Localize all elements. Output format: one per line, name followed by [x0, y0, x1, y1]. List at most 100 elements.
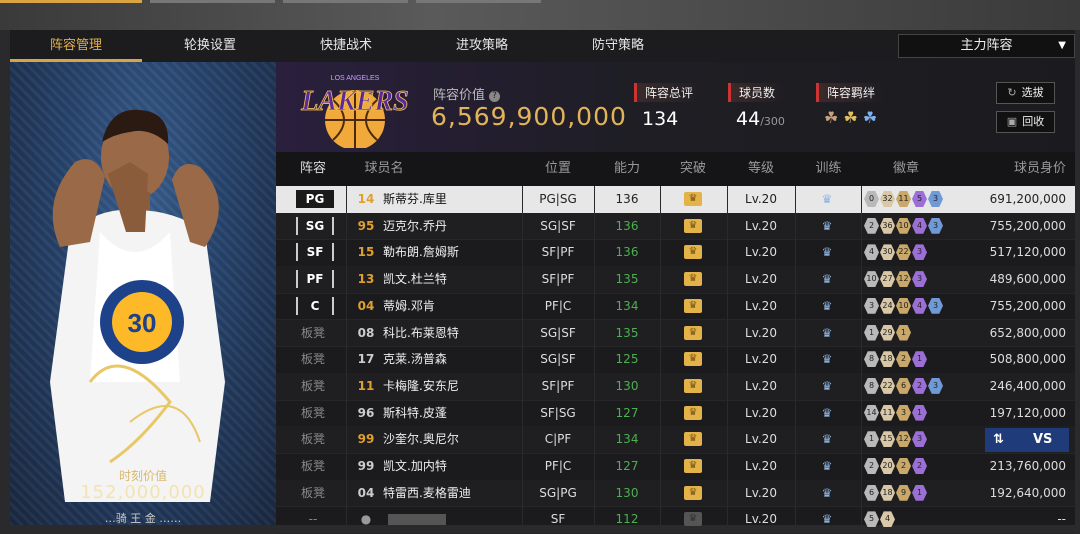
badge-list[interactable]: 10 27 12 3 — [864, 271, 927, 288]
table-row[interactable]: -- ● SF 112 ♛ Lv.20 ♛ 5 4 -- — [276, 506, 1075, 534]
col-badges: 徽章 — [892, 161, 919, 176]
training-icon[interactable]: ♛ — [817, 326, 837, 340]
training-icon[interactable]: ♛ — [817, 486, 837, 500]
crown-icon[interactable]: ♛ — [684, 378, 702, 393]
table-row[interactable]: 板凳 04 特雷西.麦格雷迪 SG|PG 130 ♛ Lv.20 ♛ 6 18 9 1 192,640,… — [276, 479, 1075, 508]
player-level: Lv.20 — [745, 405, 777, 420]
card-caption: …骑 王 金 …… — [104, 512, 182, 525]
table-row[interactable]: 板凳 08 科比.布莱恩特 SG|SF 135 ♛ Lv.20 ♛ 1 29 1 652,800,00… — [276, 319, 1075, 348]
tab-defense[interactable]: 防守策略 — [550, 30, 686, 62]
badge-count: 3 — [912, 244, 927, 261]
training-icon[interactable]: ♛ — [817, 245, 837, 259]
jersey-number: 14 — [357, 192, 375, 206]
player-ability: 136 — [615, 192, 639, 206]
badge-list[interactable]: 0 32 11 5 3 — [864, 191, 943, 207]
crown-icon[interactable]: ♛ — [684, 352, 702, 367]
crown-icon[interactable]: ♛ — [684, 485, 702, 500]
crown-icon[interactable]: ♛ — [684, 405, 702, 420]
training-icon[interactable]: ♛ — [817, 406, 837, 420]
badge-count: 3 — [928, 377, 943, 394]
badge-list[interactable]: 3 24 10 4 3 — [864, 297, 943, 314]
crown-icon[interactable]: ♛ — [684, 245, 702, 260]
player-position: PF|C — [544, 298, 572, 313]
table-row[interactable]: 板凳 99 凯文.加内特 PF|C 127 ♛ Lv.20 ♛ 2 20 2 2 213,760,000 — [276, 453, 1075, 481]
badge-count: 3 — [912, 271, 927, 288]
name-placeholder — [388, 514, 446, 526]
stat-synergy: 阵容羁绊 ☘ ☘ ☘ — [816, 82, 886, 127]
badge-list[interactable]: 1 29 1 — [864, 324, 911, 341]
badge-count: 36 — [880, 217, 895, 234]
crown-icon[interactable]: ♛ — [684, 298, 702, 313]
refresh-icon: ↻ — [1007, 86, 1017, 99]
badge-list[interactable]: 4 30 22 3 — [864, 244, 927, 261]
table-row[interactable]: PG 14 斯蒂芬.库里 PG|SG 136 ♛ Lv.20 ♛ 0 32 11 5 3 691,200,… — [276, 186, 1075, 214]
jersey-number: 13 — [357, 272, 375, 287]
featured-player-card[interactable]: 30 时刻价值 152,000,000 …骑 王 金 …… — [10, 62, 276, 525]
training-icon[interactable]: ♛ — [817, 379, 837, 393]
slot-label: SG — [296, 216, 334, 235]
stat-player-count-label: 球员数 — [728, 83, 786, 102]
badge-list[interactable]: 8 18 2 1 — [864, 351, 927, 368]
badge-list[interactable]: 8 22 6 2 3 — [864, 377, 943, 394]
table-row[interactable]: 板凳 11 卡梅隆.安东尼 SF|PF 130 ♛ Lv.20 ♛ 8 22 6 2 3 246,400,… — [276, 372, 1075, 401]
swap-icon: ⇅ — [993, 432, 1004, 447]
table-row[interactable]: 板凳 99 沙奎尔.奥尼尔 C|PF 134 ♛ Lv.20 ♛ 1 15 12 3 — [276, 426, 1075, 454]
player-name: 斯蒂芬.库里 — [383, 192, 447, 206]
badge-list[interactable]: 1 15 12 3 — [864, 431, 927, 448]
crown-icon[interactable]: ♛ — [684, 512, 702, 527]
draft-button-label: 选拔 — [1021, 86, 1044, 99]
tab-tactics[interactable]: 快捷战术 — [278, 30, 414, 62]
tab-rotation[interactable]: 轮换设置 — [142, 30, 278, 62]
table-row[interactable]: C 04 蒂姆.邓肯 PF|C 134 ♛ Lv.20 ♛ 3 24 10 4 3 755,200,000 — [276, 293, 1075, 321]
stat-overall: 阵容总评 134 — [634, 82, 704, 130]
player-level: Lv.20 — [745, 512, 777, 527]
training-icon[interactable]: ♛ — [817, 512, 837, 526]
tab-lineup[interactable]: 阵容管理 — [10, 30, 142, 62]
badge-count: 29 — [880, 324, 895, 341]
table-row[interactable]: 板凳 96 斯科特.皮蓬 SF|SG 127 ♛ Lv.20 ♛ 14 11 3 1 197,120,0… — [276, 400, 1075, 428]
training-icon[interactable]: ♛ — [817, 352, 837, 366]
badge-list[interactable]: 2 20 2 2 — [864, 458, 927, 474]
crown-icon[interactable]: ♛ — [684, 192, 702, 206]
badge-list[interactable]: 2 36 10 4 3 — [864, 217, 943, 234]
crown-icon[interactable]: ♛ — [684, 325, 702, 340]
crown-icon[interactable]: ♛ — [684, 218, 702, 233]
badge-list[interactable]: 6 18 9 1 — [864, 484, 927, 501]
help-icon[interactable]: ? — [489, 91, 501, 102]
training-icon[interactable]: ♛ — [817, 272, 837, 286]
player-ability: 135 — [615, 325, 639, 340]
synergy-icons[interactable]: ☘ ☘ ☘ — [824, 108, 885, 127]
badge-count: 2 — [864, 458, 879, 474]
training-icon[interactable]: ♛ — [817, 219, 837, 233]
crown-icon[interactable]: ♛ — [684, 272, 702, 287]
col-divider — [727, 186, 728, 525]
crown-icon[interactable]: ♛ — [684, 432, 702, 447]
badge-list[interactable]: 14 11 3 1 — [864, 404, 927, 421]
lineup-select[interactable]: 主力阵容 ▼ — [898, 34, 1075, 58]
table-row[interactable]: SG 95 迈克尔.乔丹 SG|SF 136 ♛ Lv.20 ♛ 2 36 10 4 3 755,200,… — [276, 212, 1075, 241]
training-icon[interactable]: ♛ — [817, 192, 837, 206]
badge-count: 4 — [912, 217, 927, 234]
table-row[interactable]: PF 13 凯文.杜兰特 SF|PF 135 ♛ Lv.20 ♛ 10 27 12 3 489,600,… — [276, 266, 1075, 294]
player-ability: 134 — [615, 298, 639, 313]
table-row[interactable]: 板凳 17 克莱.汤普森 SG|SF 125 ♛ Lv.20 ♛ 8 18 2 1 508,800,00… — [276, 346, 1075, 374]
stat-player-count-value: 44/300 — [736, 108, 785, 130]
badge-count: 27 — [880, 271, 895, 288]
crown-icon[interactable]: ♛ — [684, 459, 702, 473]
table-row[interactable]: SF 15 勒布朗.詹姆斯 SF|PF 136 ♛ Lv.20 ♛ 4 30 22 3 517,120,… — [276, 239, 1075, 268]
training-icon[interactable]: ♛ — [817, 432, 837, 446]
player-ability: 112 — [615, 512, 639, 527]
badge-count: 1 — [864, 431, 879, 448]
player-level: Lv.20 — [745, 432, 777, 447]
recycle-button[interactable]: ▣ 回收 — [996, 111, 1055, 133]
jersey-number: 95 — [357, 218, 375, 233]
badge-count: 10 — [864, 271, 879, 288]
compare-button[interactable]: ⇅ VS — [985, 428, 1069, 452]
training-icon[interactable]: ♛ — [817, 299, 837, 313]
badge-count: 14 — [864, 404, 879, 421]
tab-offense[interactable]: 进攻策略 — [414, 30, 550, 62]
draft-button[interactable]: ↻ 选拔 — [996, 82, 1055, 104]
roster-table-header: 阵容 球员名 位置 能力 突破 等级 训练 徽章 球员身价 — [276, 152, 1075, 186]
team-header: LOS ANGELES LAKERS 阵容价值? 6,569,900,000 阵… — [276, 62, 1075, 152]
training-icon[interactable]: ♛ — [817, 459, 837, 473]
